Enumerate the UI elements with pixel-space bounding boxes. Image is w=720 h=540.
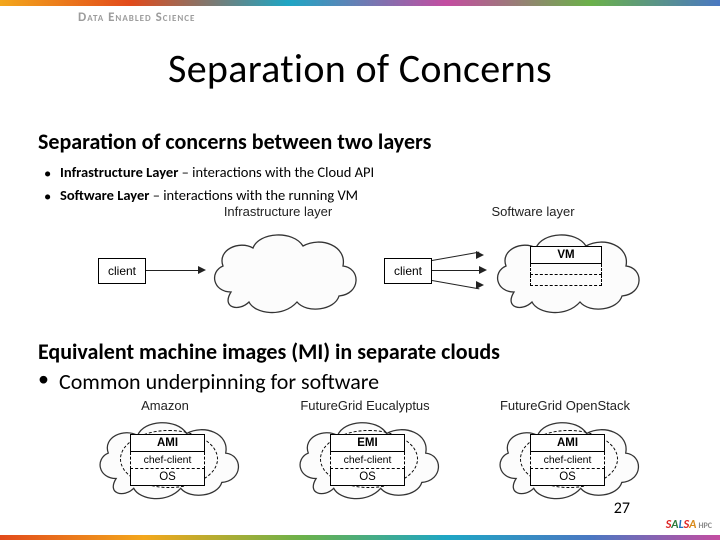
bullet-list-2: • Common underpinning for software [38,368,379,395]
bullet-rest: – interactions with the running VM [149,186,358,204]
bullet-bold: Infrastructure Layer [60,163,178,181]
list-item: • Infrastructure Layer – interactions wi… [44,161,374,184]
mi-stack: EMI chef-client OS [330,434,405,486]
mi-stack: AMI chef-client OS [530,434,605,486]
vm-label: VM [530,246,602,264]
mi-label: AMI [530,434,605,452]
chef-label: chef-client [530,452,605,469]
page-number: 27 [614,499,630,518]
mi-label: EMI [330,434,405,452]
arrow-line [146,270,201,271]
diagram-clouds: Amazon AMI chef-client OS FutureGrid Euc… [80,406,655,498]
mi-stack: AMI chef-client OS [130,434,205,486]
page-title: Separation of Concerns [0,44,720,93]
subtitle-mi: Equivalent machine images (MI) in separa… [38,338,500,365]
cloud-caption: Amazon [110,398,220,413]
chef-label: chef-client [330,452,405,469]
top-stripe [0,0,720,6]
caption-software: Software layer [473,204,593,219]
bullet-list-1: • Infrastructure Layer – interactions wi… [44,161,374,208]
bullet-rest: – interactions with the Cloud API [178,163,374,181]
list-item: • Common underpinning for software [38,368,379,395]
os-label: OS [130,469,205,486]
client-box-right: client [384,258,432,284]
caption-infra: Infrastructure layer [203,204,353,219]
os-label: OS [530,469,605,486]
subtitle-layers: Separation of concerns between two layer… [38,128,431,155]
cloud-left [203,222,363,318]
client-box-left: client [98,258,146,284]
chef-label: chef-client [130,452,205,469]
brand-text: Data Enabled Science [78,10,195,25]
salsa-logo: SALSAHPC [666,518,712,532]
bottom-stripe [0,535,720,540]
cloud-caption: FutureGrid Eucalyptus [280,398,450,413]
vm-stack: VM [530,246,602,286]
mi-label: AMI [130,434,205,452]
cloud-caption: FutureGrid OpenStack [480,398,650,413]
diagram-layers: Infrastructure layer Software layer clie… [88,210,648,320]
bullet-bold: Software Layer [60,186,149,204]
bullet-text: Common underpinning for software [59,368,379,395]
os-label: OS [330,469,405,486]
